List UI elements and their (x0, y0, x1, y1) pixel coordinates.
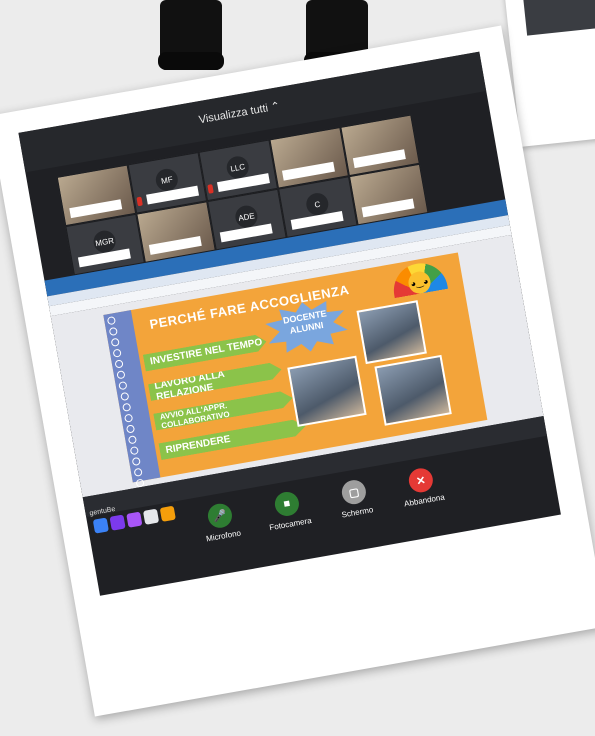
leave-button[interactable]: ✕ Abbandona (397, 465, 447, 509)
muted-mic-icon (207, 184, 214, 194)
polaroid-frame: Visualizza tutti ⌃ MF LLC MGR ADE C PERC… (0, 25, 595, 717)
control-label: Fotocamera (268, 515, 313, 533)
screen-share-button[interactable]: ▢ Schermo (330, 476, 380, 520)
slide-photo (374, 354, 452, 426)
slide-photo (356, 300, 427, 365)
finder-icon[interactable] (92, 517, 109, 534)
meeting-screenshot: Visualizza tutti ⌃ MF LLC MGR ADE C PERC… (18, 51, 561, 596)
background-photo-image (521, 0, 595, 36)
close-icon[interactable]: ✕ (406, 466, 435, 495)
microphone-icon[interactable]: 🎤 (206, 501, 234, 530)
camera-button[interactable]: ■ Fotocamera (263, 488, 313, 532)
view-all-button[interactable]: Visualizza tutti ⌃ (198, 99, 281, 126)
app-icon[interactable] (126, 511, 143, 528)
muted-mic-icon (136, 196, 143, 207)
control-label: Microfono (205, 528, 242, 544)
slide-item: INVESTIRE NEL TEMPO (143, 333, 268, 371)
app-icon[interactable] (109, 514, 126, 531)
app-icon[interactable] (142, 508, 160, 525)
app-icon[interactable] (159, 505, 176, 522)
clip-base-left (158, 52, 224, 70)
control-label: Abbandona (403, 492, 446, 509)
microphone-button[interactable]: 🎤 Microfono (196, 500, 246, 544)
camera-icon[interactable]: ■ (273, 490, 301, 518)
control-label: Schermo (340, 505, 374, 520)
slide-photo (287, 355, 367, 427)
collapse-button[interactable]: ‹ (541, 562, 558, 579)
screen-share-icon[interactable]: ▢ (339, 478, 368, 507)
